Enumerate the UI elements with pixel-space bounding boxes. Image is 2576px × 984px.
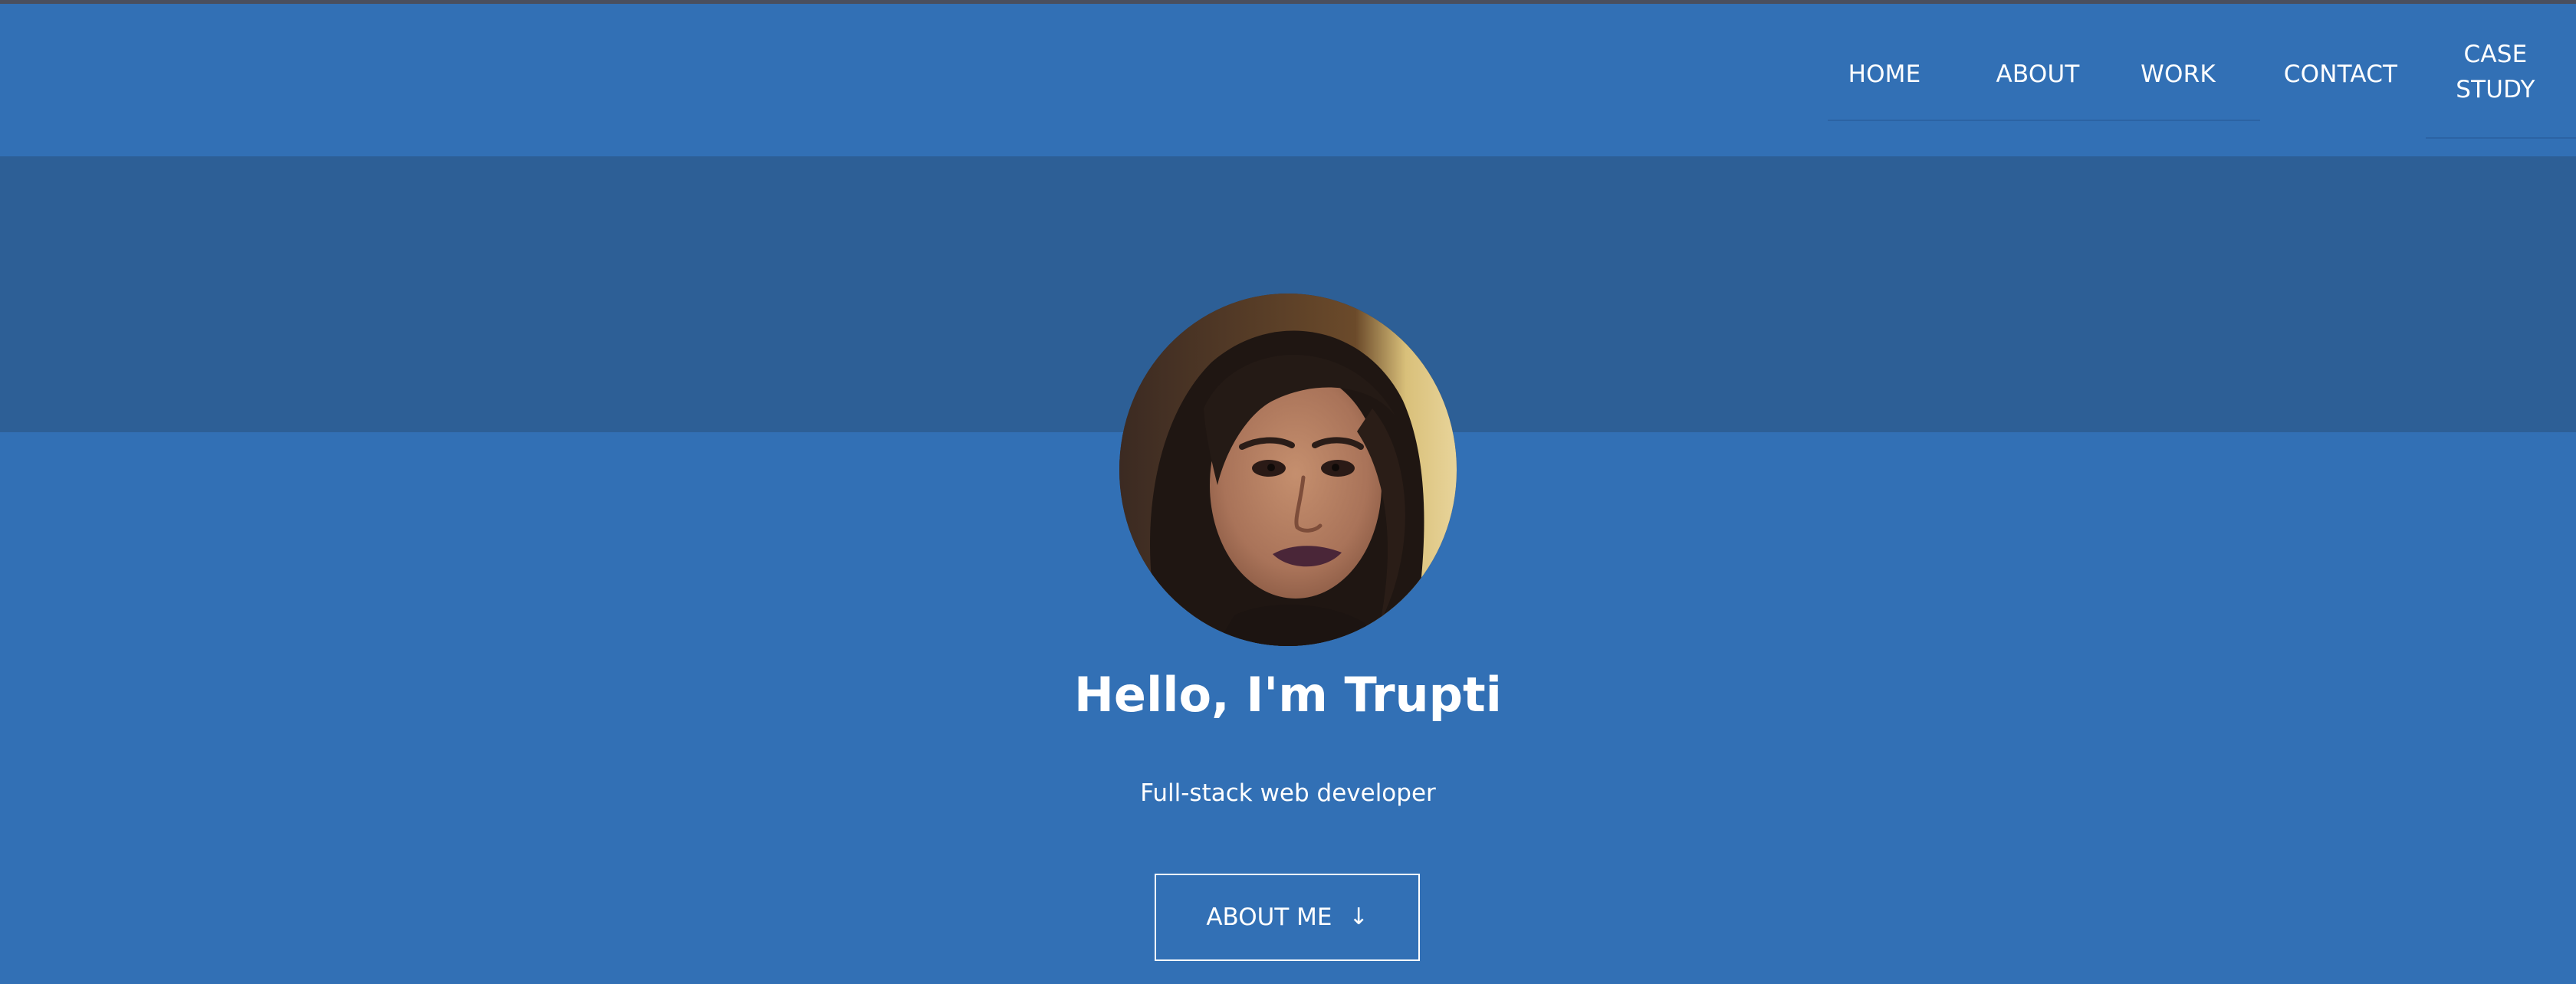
navbar: HOME ABOUT WORK CONTACT CASE STUDY [0,4,2576,142]
page: HOME ABOUT WORK CONTACT CASE STUDY Hello… [0,0,2576,984]
about-me-label: ABOUT ME [1206,904,1332,931]
nav-home[interactable]: HOME [1834,56,1935,93]
about-me-button[interactable]: ABOUT ME ↓ [1155,874,1420,961]
nav-divider [2426,137,2576,139]
portrait-illustration [1119,294,1457,646]
profile-photo [1119,294,1457,646]
nav-contact[interactable]: CONTACT [2274,56,2407,93]
arrow-down-icon: ↓ [1349,904,1368,930]
subtitle: Full-stack web developer [1140,779,1436,807]
greeting-heading: Hello, I'm Trupti [1074,667,1502,723]
nav-divider [1828,120,2260,121]
nav-work[interactable]: WORK [2128,56,2228,93]
nav-about[interactable]: ABOUT [1986,56,2090,93]
nav-case-study[interactable]: CASE STUDY [2438,37,2553,107]
